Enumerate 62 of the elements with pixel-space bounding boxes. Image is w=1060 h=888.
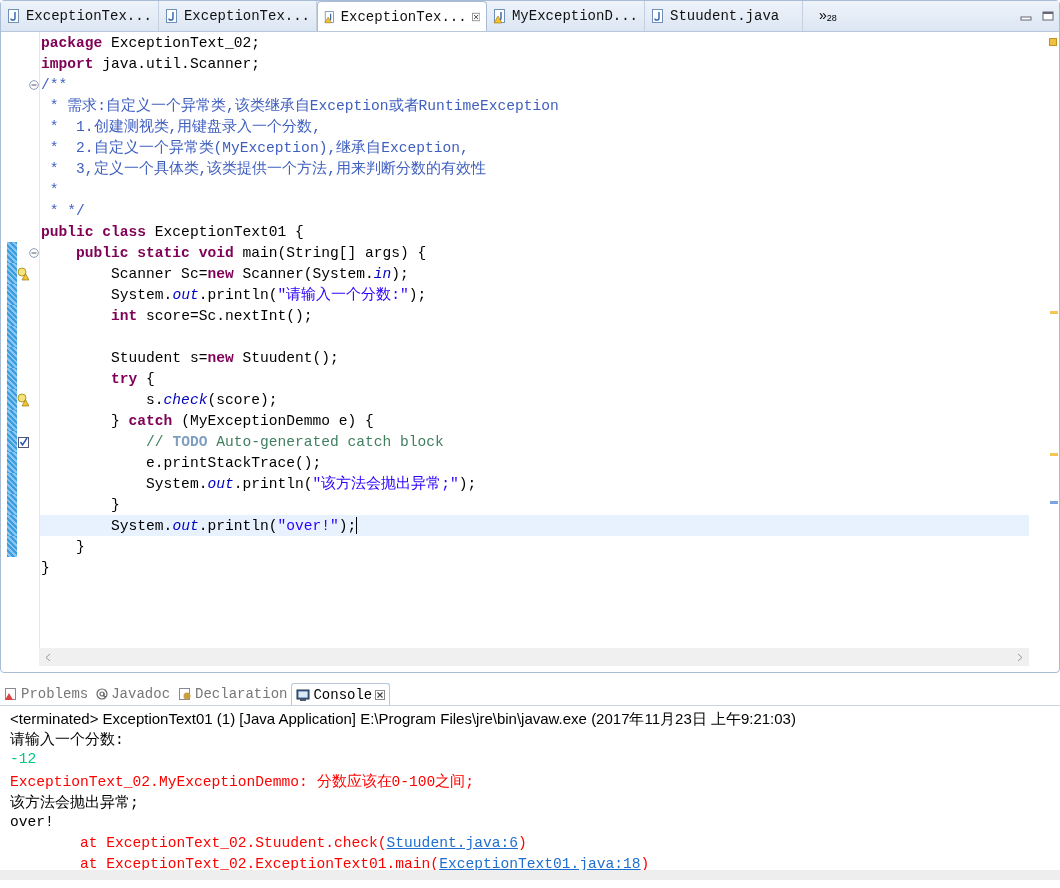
at-sign-icon xyxy=(96,687,109,701)
tab-overflow-button[interactable]: »28 xyxy=(803,1,841,31)
code-line: * xyxy=(48,181,59,198)
error-summary-icon xyxy=(1049,38,1057,46)
code-line: * */ xyxy=(48,202,85,219)
collapse-icon[interactable] xyxy=(29,79,39,90)
editor-tab[interactable]: MyExceptionD... xyxy=(487,1,645,31)
code-line: public class ExceptionText01 { xyxy=(41,223,304,240)
editor-tab[interactable]: ExceptionTex... xyxy=(317,1,487,31)
code-line: * 需求:自定义一个异常类,该类继承自Exception或者RuntimeException xyxy=(48,96,559,115)
ruler-mark xyxy=(1050,500,1058,504)
code-line: } catch (MyExceptionDemmo e) { xyxy=(110,412,374,429)
console-header: <terminated> ExceptionText01 (1) [Java Application] E:\Program Files\jre\bin\javaw.exe (2017年11月23日 上午9:21:03) xyxy=(10,710,797,729)
declaration-icon xyxy=(178,687,193,701)
code-line: int score=Sc.nextInt(); xyxy=(110,307,313,324)
maximize-icon[interactable] xyxy=(1042,11,1054,21)
code-line: /** xyxy=(41,76,68,93)
code-line: Stuudent s=new Stuudent(); xyxy=(110,349,339,366)
console-line: 该方法会抛出异常; xyxy=(10,793,140,813)
java-file-icon xyxy=(651,8,665,24)
code-line: } xyxy=(41,559,50,576)
code-line: * 1.创建测视类,用键盘录入一个分数, xyxy=(48,117,322,136)
ruler-mark xyxy=(1050,453,1058,457)
code-line: s.check(score); xyxy=(145,391,278,408)
code-line: import java.util.Scanner; xyxy=(41,55,260,72)
console-line: over! xyxy=(10,814,55,832)
java-file-icon xyxy=(7,8,21,24)
editor-tab[interactable]: Stuudent.java xyxy=(645,1,803,31)
code-line: System.out.println("请输入一个分数:"); xyxy=(110,285,427,304)
code-line: // TODO Auto-generated catch block xyxy=(145,433,444,450)
source-link[interactable]: Stuudent.java:6 xyxy=(386,835,518,851)
console-line: -12 xyxy=(10,751,38,769)
view-tab[interactable]: Declaration xyxy=(174,683,292,705)
text-cursor xyxy=(356,517,358,534)
code-line: public static void main(String[] args) { xyxy=(75,244,427,261)
code-line: } xyxy=(75,538,85,555)
horizontal-scrollbar[interactable] xyxy=(39,648,1029,666)
console-line: at ExceptionText_02.Stuudent.check(Stuudent.java:6) xyxy=(79,835,528,853)
close-icon[interactable] xyxy=(375,689,386,700)
close-icon[interactable] xyxy=(471,11,480,22)
java-file-icon xyxy=(165,8,179,24)
code-line: System.out.println("该方法会抛出异常;"); xyxy=(145,474,477,493)
code-line: } xyxy=(110,496,120,513)
scroll-left-icon xyxy=(45,652,51,662)
console-line: 请输入一个分数: xyxy=(10,730,125,750)
code-line: * 3,定义一个具体类,该类提供一个方法,用来判断分数的有效性 xyxy=(48,159,487,178)
code-line: e.printStackTrace(); xyxy=(145,454,322,471)
editor-tab[interactable]: ExceptionTex... xyxy=(1,1,159,31)
collapse-icon[interactable] xyxy=(29,247,39,258)
view-tab[interactable]: Console xyxy=(291,683,391,705)
code-line: System.out.println("over!"); xyxy=(110,517,357,534)
code-line: Scanner Sc=new Scanner(System.in); xyxy=(110,265,409,282)
code-line: package ExceptionText_02; xyxy=(41,34,260,51)
console-line: ExceptionText_02.MyExceptionDemmo: 分数应该在0-100之间; xyxy=(10,772,476,792)
scroll-right-icon xyxy=(1017,652,1023,662)
code-line: * 2.自定义一个异常类(MyException),继承自Exception, xyxy=(48,138,469,157)
code-line: try { xyxy=(110,370,155,387)
ruler-mark xyxy=(1050,311,1058,315)
view-tab[interactable]: Javadoc xyxy=(92,683,175,705)
view-tab[interactable]: Problems xyxy=(0,683,93,705)
console-icon xyxy=(296,687,311,702)
problems-icon xyxy=(4,687,18,701)
